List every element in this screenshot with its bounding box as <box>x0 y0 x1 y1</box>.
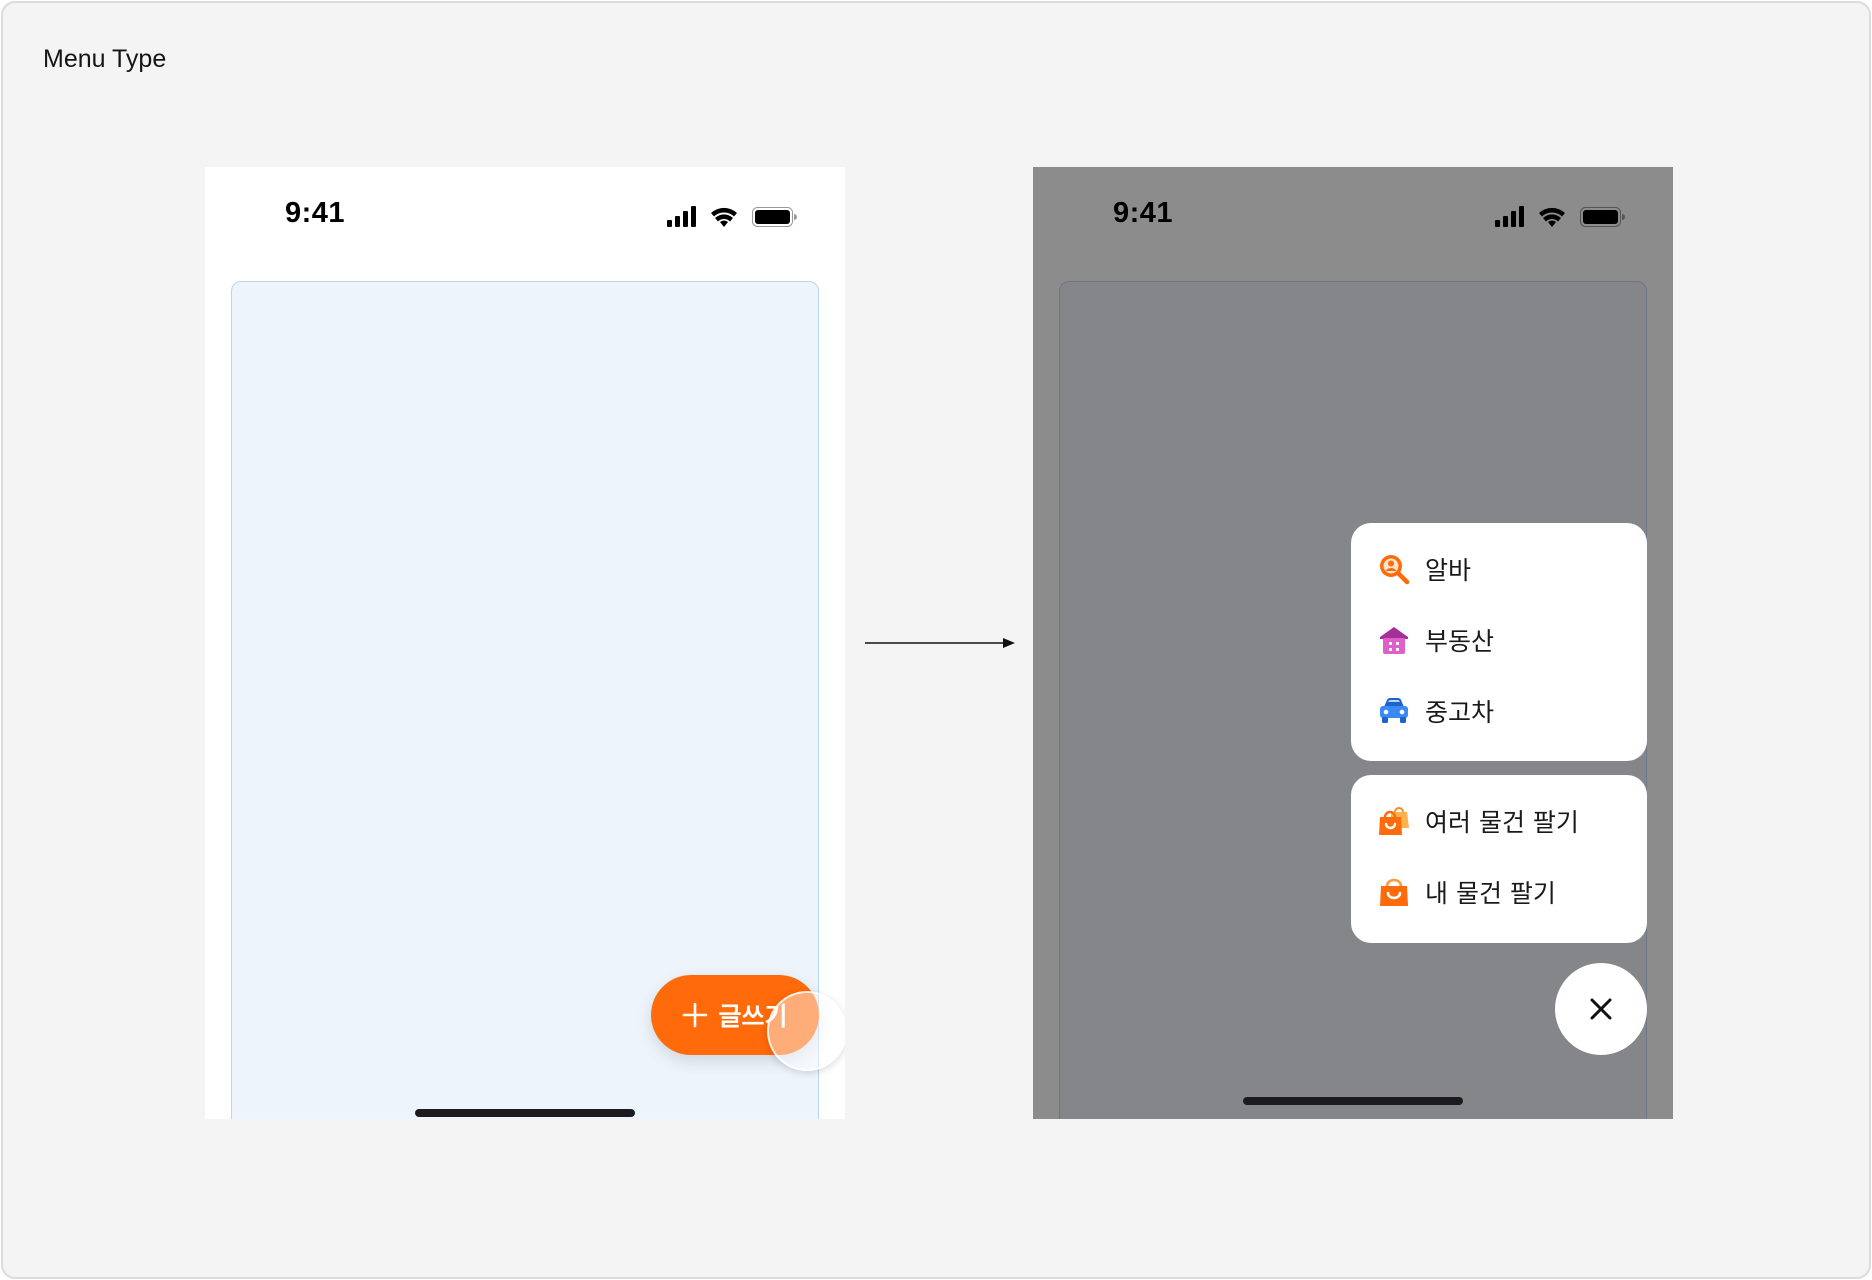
home-indicator <box>415 1109 635 1117</box>
menu-item-label: 부동산 <box>1425 626 1495 656</box>
signal-icon <box>1495 206 1524 227</box>
battery-icon <box>1580 207 1625 227</box>
menu-item-used-car[interactable]: 중고차 <box>1351 675 1647 746</box>
shopping-bag-icon <box>1380 878 1408 906</box>
house-icon <box>1380 626 1408 654</box>
car-icon <box>1380 697 1408 723</box>
menu-item-sell-mine[interactable]: 내 물건 팔기 <box>1351 856 1647 927</box>
plus-icon <box>683 1002 708 1028</box>
close-icon <box>1590 998 1612 1020</box>
menu-item-label: 중고차 <box>1425 697 1495 727</box>
home-indicator <box>1243 1097 1463 1105</box>
shopping-bags-icon <box>1379 806 1409 835</box>
canvas-frame: Menu Type 9:41 글쓰기 9:41 알바 부동산 중고차 여러 물건… <box>1 1 1871 1279</box>
close-menu-button[interactable] <box>1555 963 1647 1055</box>
menu-card-categories: 알바 부동산 중고차 <box>1351 523 1647 761</box>
job-search-icon <box>1380 554 1410 584</box>
status-time: 9:41 <box>285 197 346 229</box>
wifi-icon <box>1539 207 1565 227</box>
menu-item-sell-multiple[interactable]: 여러 물건 팔기 <box>1351 785 1647 856</box>
menu-item-label: 내 물건 팔기 <box>1425 878 1556 908</box>
signal-icon <box>667 206 696 227</box>
battery-icon <box>752 207 797 227</box>
status-time: 9:41 <box>1113 197 1174 229</box>
phone-before: 9:41 글쓰기 <box>205 167 845 1119</box>
wifi-icon <box>711 207 737 227</box>
menu-card-sell: 여러 물건 팔기 내 물건 팔기 <box>1351 775 1647 943</box>
menu-item-label: 여러 물건 팔기 <box>1425 807 1579 837</box>
transition-arrow-icon <box>865 638 1015 648</box>
touch-indicator <box>767 991 845 1071</box>
status-icons <box>667 206 797 227</box>
menu-item-job[interactable]: 알바 <box>1351 533 1647 604</box>
frame-title: Menu Type <box>43 45 167 73</box>
menu-item-real-estate[interactable]: 부동산 <box>1351 604 1647 675</box>
phone-after: 9:41 알바 부동산 중고차 여러 물건 팔기 내 물건 팔기 <box>1033 167 1673 1119</box>
status-icons <box>1495 206 1625 227</box>
menu-item-label: 알바 <box>1425 555 1472 585</box>
